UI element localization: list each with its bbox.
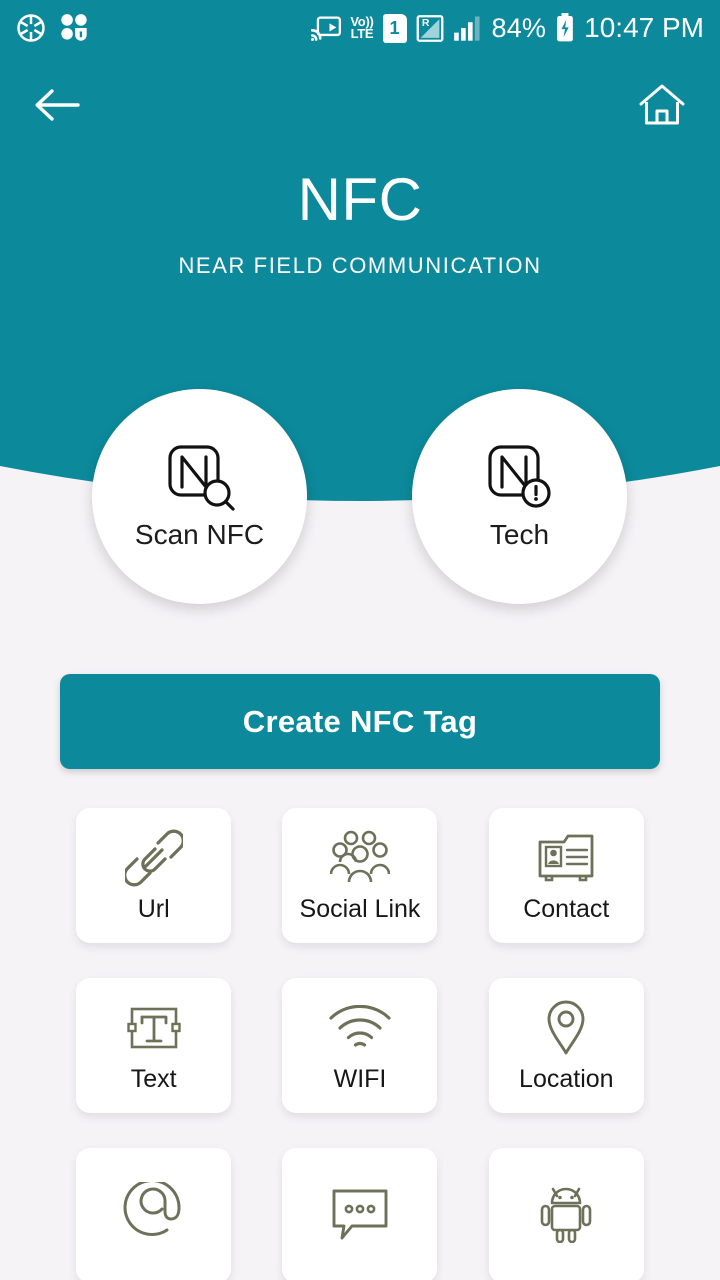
- status-bar-left-icons: [16, 13, 88, 43]
- sms-bubble-icon: [330, 1182, 390, 1244]
- screen-cast-icon: [311, 16, 342, 42]
- create-nfc-tag-label: Create NFC Tag: [242, 703, 478, 739]
- page-subtitle: NEAR FIELD COMMUNICATION: [178, 253, 542, 278]
- tile-contact[interactable]: Contact: [488, 808, 644, 943]
- nfc-scan-icon: [162, 443, 238, 515]
- people-group-icon: [329, 827, 390, 889]
- tile-email[interactable]: [76, 1148, 232, 1280]
- tile-url-label: Url: [137, 895, 170, 923]
- camera-aperture-icon: [17, 14, 45, 42]
- tile-sms[interactable]: [282, 1148, 438, 1280]
- app-grid-badge-icon: [61, 14, 87, 41]
- android-robot-icon: [539, 1182, 593, 1244]
- tech-button[interactable]: Tech: [412, 389, 627, 604]
- volte-bottom-text: LTE: [350, 26, 374, 41]
- tech-label: Tech: [489, 518, 550, 550]
- volte-indicator: Vo)) LTE: [350, 14, 374, 41]
- tile-text[interactable]: Text: [76, 978, 232, 1113]
- tile-social-link[interactable]: Social Link: [282, 808, 438, 943]
- wifi-icon: [329, 997, 391, 1059]
- link-icon: [124, 827, 183, 889]
- status-bar-right-icons: Vo)) LTE 1 R 84% 10:47 PM: [311, 13, 704, 43]
- tile-android[interactable]: [488, 1148, 644, 1280]
- battery-percent-text: 84%: [491, 12, 547, 43]
- roaming-signal-icon: R: [416, 14, 443, 42]
- back-arrow-icon[interactable]: [34, 86, 80, 124]
- map-pin-icon: [544, 997, 588, 1059]
- status-bar: Vo)) LTE 1 R 84% 10:47 PM: [0, 0, 720, 56]
- navigation-bar: [0, 72, 720, 138]
- tile-location[interactable]: Location: [488, 978, 644, 1113]
- svg-text:R: R: [421, 17, 429, 29]
- clock-text: 10:47 PM: [584, 12, 704, 43]
- page-title: NFC: [297, 166, 423, 233]
- tile-location-label: Location: [519, 1065, 614, 1093]
- email-at-icon: [123, 1181, 185, 1244]
- battery-charging-icon: [557, 13, 573, 42]
- signal-bars-icon: [453, 16, 480, 41]
- nfc-tag-type-grid: Url Social Link Contact Text WIFI Locati…: [60, 808, 660, 1280]
- tile-contact-label: Contact: [523, 895, 610, 923]
- nfc-info-icon: [482, 443, 558, 515]
- circle-actions: Scan NFC Tech: [0, 389, 720, 604]
- tile-text-label: Text: [130, 1065, 177, 1093]
- tile-wifi[interactable]: WIFI: [282, 978, 438, 1113]
- create-nfc-tag-button[interactable]: Create NFC Tag: [60, 674, 660, 769]
- nfc-app-screen: Vo)) LTE 1 R 84% 10:47 PM NFC NEAR FIELD…: [0, 0, 720, 1280]
- tile-social-link-label: Social Link: [299, 895, 421, 923]
- contact-card-icon: [537, 827, 595, 889]
- scan-nfc-label: Scan NFC: [134, 518, 265, 550]
- tile-url[interactable]: Url: [76, 808, 232, 943]
- scan-nfc-button[interactable]: Scan NFC: [92, 389, 307, 604]
- tile-wifi-label: WIFI: [333, 1065, 387, 1093]
- page-title-block: NFC NEAR FIELD COMMUNICATION: [0, 168, 720, 279]
- text-box-icon: [125, 997, 183, 1059]
- home-icon[interactable]: [638, 83, 686, 127]
- sim-slot-badge: 1: [382, 13, 407, 43]
